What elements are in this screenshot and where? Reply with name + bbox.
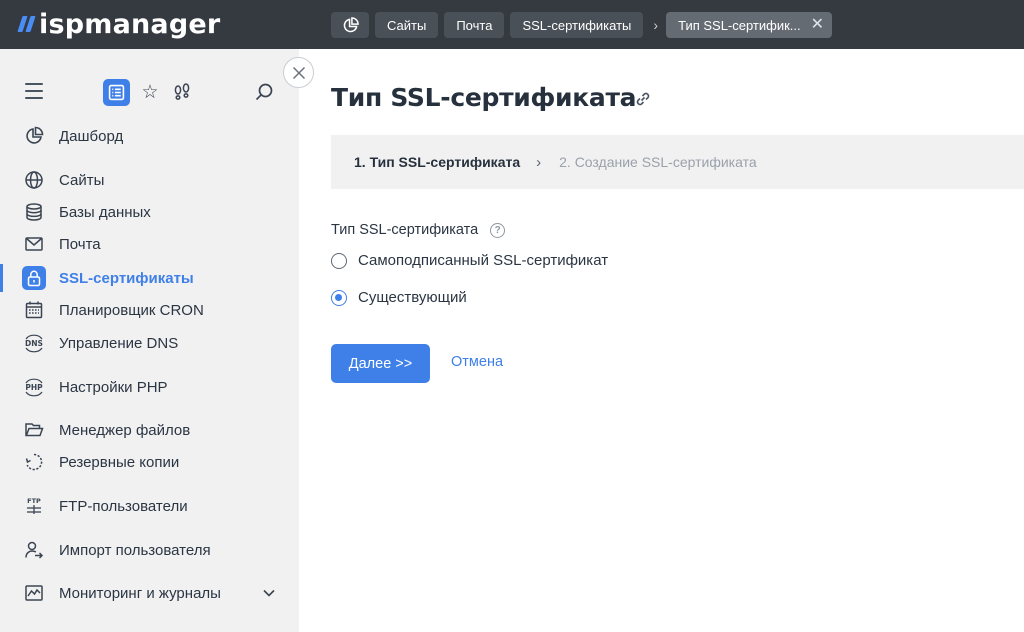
sidebar-item-label: Настройки PHP [59,378,168,396]
sidebar-item-user-import[interactable]: Импорт пользователя [0,535,299,565]
breadcrumb-separator: › [653,17,659,33]
breadcrumb-dashboard[interactable] [331,12,369,38]
radio-label[interactable]: Самоподписанный SSL-сертификат [358,252,608,269]
breadcrumb-sites[interactable]: Сайты [375,12,439,38]
sidebar-toolbar: ☆ [0,49,299,119]
sidebar-item-label: FTP-пользователи [59,497,188,515]
pie-chart-icon [22,124,46,148]
sidebar-item-cron[interactable]: Планировщик CRON [0,295,299,325]
sidebar-item-dashboard[interactable]: Дашборд [0,121,299,151]
database-icon [22,200,46,224]
ftp-icon: FTP [22,494,46,518]
sidebar-item-mail[interactable]: Почта [0,229,299,259]
chevron-down-icon[interactable] [261,585,277,601]
radio-button[interactable] [331,252,347,269]
sidebar-item-label: Мониторинг и журналы [59,584,221,602]
top-bar: ispmanager Сайты Почта SSL-сертификаты ›… [0,0,1024,49]
step-current: 1. Тип SSL-сертификата [354,154,521,170]
breadcrumb: Сайты Почта SSL-сертификаты › Тип SSL-се… [331,12,838,38]
radio-button-checked[interactable] [331,289,347,306]
footprints-icon[interactable] [170,80,194,104]
close-icon [292,66,305,79]
main-content: Тип SSL-сертификата 1. Тип SSL-сертифика… [299,49,1024,632]
sidebar-item-label: Планировщик CRON [59,301,204,319]
step-next: 2. Создание SSL-сертификата [559,154,757,170]
sidebar-item-label: Импорт пользователя [59,541,211,559]
star-icon[interactable]: ☆ [138,80,162,104]
svg-text:DNS: DNS [25,339,43,348]
radio-self-signed[interactable]: Самоподписанный SSL-сертификат [331,252,608,269]
sidebar-item-label: Сайты [59,171,105,189]
search-icon[interactable] [252,80,276,104]
sidebar-item-sites[interactable]: Сайты [0,165,299,195]
calendar-icon [22,298,46,322]
collapse-sidebar-button[interactable] [283,57,314,88]
svg-text:FTP: FTP [27,497,41,505]
sidebar-item-databases[interactable]: Базы данных [0,197,299,227]
svg-text:PHP: PHP [25,383,43,392]
breadcrumb-ssl[interactable]: SSL-сертификаты [510,12,644,38]
sidebar-item-monitoring[interactable]: Мониторинг и журналы [0,578,299,608]
breadcrumb-current-label: Тип SSL-сертифик... [678,17,801,33]
next-button[interactable]: Далее >> [331,344,430,383]
cancel-button[interactable]: Отмена [451,354,503,370]
backup-icon [22,450,46,474]
logo-mark-icon [17,16,36,32]
php-icon: PHP [22,375,46,399]
globe-icon [22,168,46,192]
sidebar-item-label: Дашборд [59,127,124,145]
sidebar-item-label: Почта [59,235,101,253]
sidebar-item-label: Резервные копии [59,453,180,471]
sidebar-item-ssl[interactable]: SSL-сертификаты [0,263,299,293]
list-view-button[interactable] [103,79,130,106]
sidebar-item-label: Базы данных [59,203,151,221]
list-icon [108,84,125,101]
sidebar-item-label: SSL-сертификаты [59,269,194,287]
breadcrumb-mail[interactable]: Почта [444,12,505,38]
logo-text: ispmanager [39,8,221,40]
step-separator-icon: › [536,153,542,171]
ispmanager-logo[interactable]: ispmanager [17,8,221,40]
link-icon[interactable] [632,88,654,110]
lock-icon [22,266,46,290]
field-label-text: Тип SSL-сертификата [331,222,479,238]
sidebar-item-ftp-users[interactable]: FTP FTP-пользователи [0,491,299,521]
sidebar-item-label: Управление DNS [59,334,179,352]
close-tab-icon[interactable]: ✕ [811,17,824,33]
breadcrumb-current-tab[interactable]: Тип SSL-сертифик... ✕ [666,12,833,38]
sidebar-item-file-manager[interactable]: Менеджер файлов [0,415,299,445]
sidebar-item-label: Менеджер файлов [59,421,191,439]
dashboard-pie-icon [343,16,359,32]
wizard-steps: 1. Тип SSL-сертификата › 2. Создание SSL… [331,135,1024,189]
help-icon[interactable]: ? [490,222,506,238]
user-import-icon [22,538,46,562]
sidebar-item-php[interactable]: PHP Настройки PHP [0,372,299,402]
ssl-type-field-label: Тип SSL-сертификата ? [331,222,506,238]
dns-icon: DNS [22,331,46,355]
page-title: Тип SSL-сертификата [331,83,637,112]
sidebar-item-backups[interactable]: Резервные копии [0,447,299,477]
sidebar-item-dns[interactable]: DNS Управление DNS [0,328,299,358]
hamburger-menu-icon[interactable] [24,83,44,99]
monitoring-icon [22,581,46,605]
sidebar: ☆ Дашборд Сайты Базы данных Почта SSL-се… [0,49,299,632]
envelope-icon [22,232,46,256]
radio-label[interactable]: Существующий [358,289,467,306]
radio-existing[interactable]: Существующий [331,289,467,306]
folder-icon [22,418,46,442]
